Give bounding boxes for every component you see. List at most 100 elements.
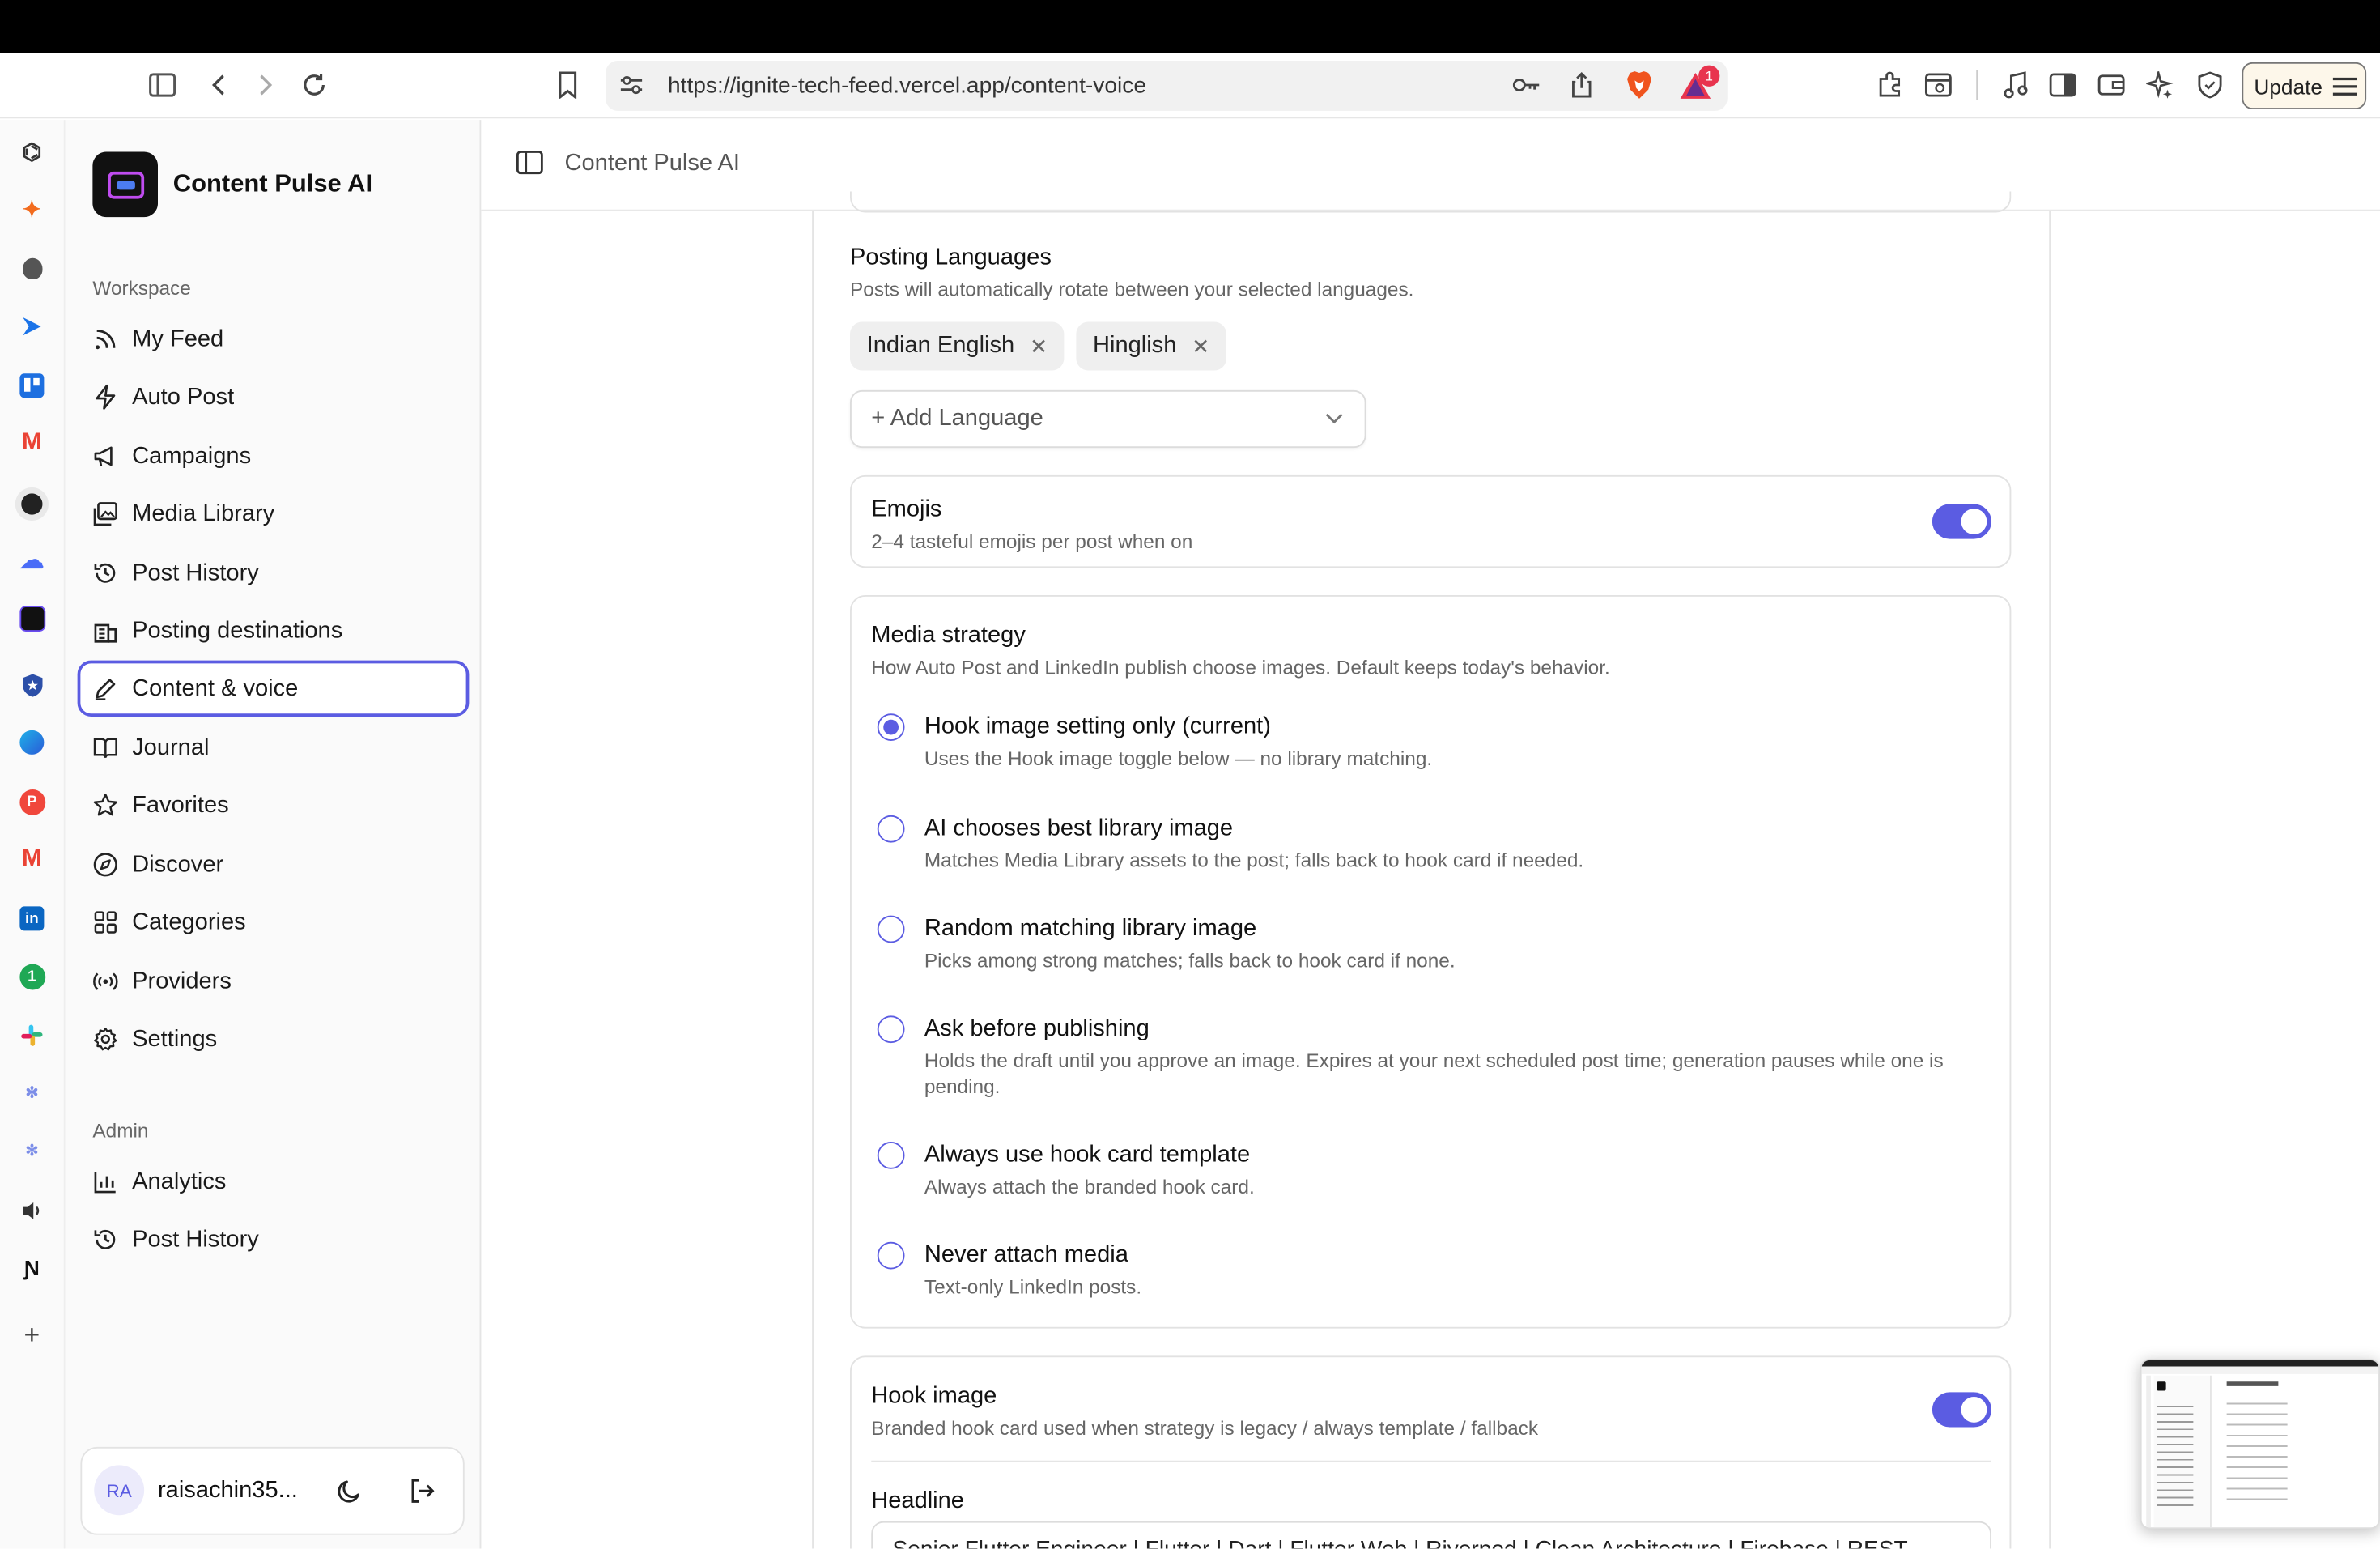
small-app-icon-2[interactable]: ✻	[17, 1136, 48, 1167]
github-icon[interactable]	[15, 487, 49, 521]
book-icon	[93, 738, 117, 759]
remove-chip-icon[interactable]: ✕	[1030, 334, 1048, 360]
sidebar-item-my-feed[interactable]: My Feed	[78, 311, 470, 367]
one-icon[interactable]: 1	[17, 961, 48, 992]
sidebar-item-label: Discover	[132, 850, 224, 877]
language-chip: Hinglish ✕	[1076, 321, 1226, 371]
strategy-radio-random[interactable]	[877, 915, 905, 943]
emojis-toggle[interactable]	[1932, 504, 1991, 539]
producthunt-icon[interactable]: P	[17, 786, 48, 817]
window-preview-thumbnail[interactable]	[2140, 1359, 2380, 1530]
star-icon	[93, 794, 117, 816]
sidebar-item-auto-post[interactable]: Auto Post	[78, 369, 470, 425]
strategy-option-desc: Picks among strong matches; falls back t…	[924, 948, 1456, 972]
extensions-icon[interactable]	[1873, 68, 1906, 101]
strategy-option-label[interactable]: Random matching library image	[924, 916, 1256, 943]
speaker-icon[interactable]	[17, 1195, 48, 1226]
apple-icon[interactable]	[17, 253, 48, 284]
leo-ai-icon[interactable]	[2144, 68, 2177, 101]
slack-icon[interactable]	[17, 1020, 48, 1051]
sidebar-item-label: Categories	[132, 909, 246, 935]
strategy-radio-always-template[interactable]	[877, 1142, 905, 1169]
sidebar-item-content-voice[interactable]: Content & voice	[77, 660, 470, 717]
add-language-label: + Add Language	[871, 405, 1043, 432]
strategy-radio-hook-only[interactable]	[877, 713, 905, 741]
language-chip-label: Hinglish	[1093, 332, 1177, 359]
strategy-radio-ai-best[interactable]	[877, 815, 905, 843]
cloud-network-icon[interactable]: ☁	[17, 545, 48, 576]
sidebar-item-posting-destinations[interactable]: Posting destinations	[78, 602, 470, 658]
site-settings-icon[interactable]	[614, 68, 648, 101]
sidebar-item-campaigns[interactable]: Campaigns	[78, 428, 470, 484]
sidebar-toggle-icon[interactable]	[146, 68, 179, 101]
strategy-option-label[interactable]: AI chooses best library image	[924, 815, 1233, 843]
strategy-option-label[interactable]: Never attach media	[924, 1242, 1128, 1270]
headline-input[interactable]: Senior Flutter Engineer | Flutter | Dart…	[871, 1521, 1991, 1549]
reload-icon[interactable]	[298, 68, 331, 101]
claude-icon[interactable]: ✦	[17, 194, 48, 225]
sidebar-item-journal[interactable]: Journal	[78, 720, 470, 776]
content-left-border	[812, 211, 814, 1549]
add-panel-icon[interactable]: +	[17, 1318, 48, 1350]
sidebar-item-label: Posting destinations	[132, 617, 343, 644]
linkedin-icon[interactable]: in	[17, 904, 48, 934]
user-name[interactable]: raisachin35...	[158, 1477, 298, 1504]
hook-image-toggle[interactable]	[1932, 1392, 1991, 1428]
play-forward-icon[interactable]	[17, 311, 48, 342]
strategy-option-label[interactable]: Hook image setting only (current)	[924, 713, 1271, 741]
bookmark-icon[interactable]	[551, 68, 584, 101]
sidebar-item-media-library[interactable]: Media Library	[78, 486, 470, 542]
strategy-radio-never[interactable]	[877, 1241, 905, 1270]
media-music-icon[interactable]	[1999, 68, 2032, 101]
previous-card-bottom	[850, 191, 2012, 213]
app-logo-icon[interactable]: Ɲ	[17, 1253, 48, 1283]
password-key-icon[interactable]	[1511, 68, 1544, 101]
edge-icon[interactable]	[17, 727, 48, 758]
strategy-option-label[interactable]: Always use hook card template	[924, 1142, 1250, 1169]
sidebar-item-analytics[interactable]: Analytics	[78, 1154, 470, 1210]
sidebar-item-label: Auto Post	[132, 383, 235, 410]
small-app-icon[interactable]: ✻	[17, 1078, 48, 1109]
history-icon	[94, 1229, 116, 1249]
shield-star-icon[interactable]	[17, 670, 48, 700]
content-pulse-tab-icon[interactable]	[17, 602, 48, 633]
sidebar-item-favorites[interactable]: Favorites	[78, 777, 470, 833]
sidebar-item-settings[interactable]: Settings	[78, 1011, 470, 1067]
gmail-icon-2[interactable]: M	[17, 845, 48, 875]
update-button[interactable]: Update	[2242, 62, 2367, 109]
sidebar-item-label: Post History	[132, 559, 259, 585]
brave-shield-icon[interactable]	[1622, 68, 1655, 101]
url-text[interactable]: https://ignite-tech-feed.vercel.app/cont…	[668, 73, 1146, 99]
sidebar-item-providers[interactable]: Providers	[78, 954, 470, 1010]
sidebar-item-discover[interactable]: Discover	[78, 836, 470, 892]
strategy-option-label[interactable]: Ask before publishing	[924, 1015, 1150, 1043]
app-logo[interactable]	[92, 151, 158, 218]
content-right-border	[2049, 211, 2051, 1549]
gmail-icon[interactable]: M	[17, 428, 48, 459]
back-icon[interactable]	[202, 68, 235, 101]
rewards-badge: 1	[1698, 65, 1720, 87]
reader-mode-icon[interactable]	[1922, 68, 1955, 101]
sidepanel-icon[interactable]	[2046, 68, 2080, 101]
trello-icon[interactable]	[17, 371, 48, 402]
remove-chip-icon[interactable]: ✕	[1192, 334, 1209, 360]
add-language-select[interactable]: + Add Language	[850, 389, 1366, 449]
share-icon[interactable]	[1565, 68, 1598, 101]
theme-moon-icon[interactable]	[337, 1477, 364, 1504]
megaphone-icon	[94, 446, 113, 467]
sidebar-item-admin-post-history[interactable]: Post History	[78, 1211, 470, 1267]
forward-icon[interactable]	[249, 68, 283, 101]
sidebar-item-label: Settings	[132, 1025, 218, 1052]
sidebar-item-label: Providers	[132, 968, 232, 994]
sidebar-item-post-history[interactable]: Post History	[78, 545, 470, 601]
compass-icon	[93, 853, 117, 877]
sidebar-item-categories[interactable]: Categories	[78, 894, 470, 950]
vpn-shield-icon[interactable]	[2193, 68, 2226, 101]
chatgpt-icon[interactable]: ⌬	[17, 137, 48, 168]
strategy-radio-ask[interactable]	[877, 1015, 905, 1044]
collapse-sidebar-icon[interactable]	[516, 151, 544, 175]
wallet-icon[interactable]	[2095, 68, 2128, 101]
avatar[interactable]: RA	[94, 1465, 145, 1516]
logout-icon[interactable]	[408, 1477, 436, 1504]
strategy-option-desc: Holds the draft until you approve an ima…	[924, 1049, 1944, 1097]
